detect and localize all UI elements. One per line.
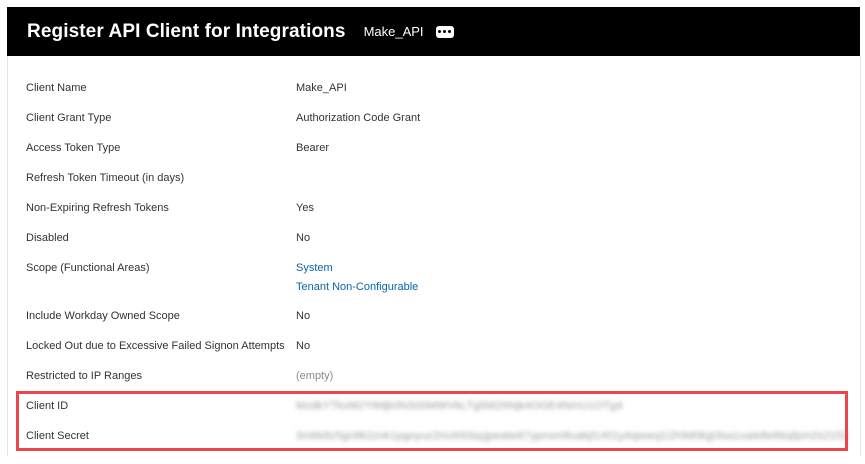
- page-subtitle: Make_API: [363, 24, 424, 39]
- field-value: (empty): [296, 370, 334, 382]
- field-label: Restricted to IP Ranges: [26, 370, 142, 382]
- field-label: Include Workday Owned Scope: [26, 310, 180, 322]
- field-label: Client Secret: [26, 430, 89, 442]
- field-label: Locked Out due to Excessive Failed Signo…: [26, 340, 285, 352]
- ellipsis-icon: [438, 30, 442, 33]
- field-label: Client Grant Type: [26, 112, 112, 124]
- field-label: Disabled: [26, 232, 69, 244]
- page-header: Register API Client for Integrations Mak…: [7, 7, 860, 56]
- panel-border-left: [7, 56, 8, 456]
- field-value: No: [296, 232, 311, 244]
- client-id-value: MzdkYTkxM2YtMjk0NS00MWVkLTg5M2ItNjk4OGE4…: [296, 400, 623, 412]
- field-value: Yes: [296, 202, 314, 214]
- field-value-links: System Tenant Non-Configurable: [296, 261, 418, 294]
- field-value: No: [296, 340, 311, 352]
- related-actions-button[interactable]: [435, 25, 454, 38]
- ellipsis-icon: [443, 30, 447, 33]
- field-value: Bearer: [296, 142, 330, 154]
- client-secret-value: 3m6k8z5gn8k2zvk1pgoyuz2mzk93ayjpeatw67yp…: [296, 430, 849, 442]
- page: Register API Client for Integrations Mak…: [0, 0, 865, 464]
- field-label: Client Name: [26, 82, 87, 94]
- field-label: Refresh Token Timeout (in days): [26, 172, 185, 184]
- field-value: No: [296, 310, 311, 322]
- panel-border-right: [860, 56, 861, 456]
- field-label: Non-Expiring Refresh Tokens: [26, 202, 169, 214]
- field-label: Client ID: [26, 400, 69, 412]
- field-value: Authorization Code Grant: [296, 112, 421, 124]
- field-label: Access Token Type: [26, 142, 121, 154]
- scope-link-system[interactable]: System: [296, 261, 418, 275]
- scope-link-tenant-non-configurable[interactable]: Tenant Non-Configurable: [296, 280, 418, 294]
- ellipsis-icon: [448, 30, 452, 33]
- field-label: Scope (Functional Areas): [26, 262, 150, 274]
- field-value: Make_API: [296, 82, 347, 94]
- page-title: Register API Client for Integrations: [27, 20, 346, 42]
